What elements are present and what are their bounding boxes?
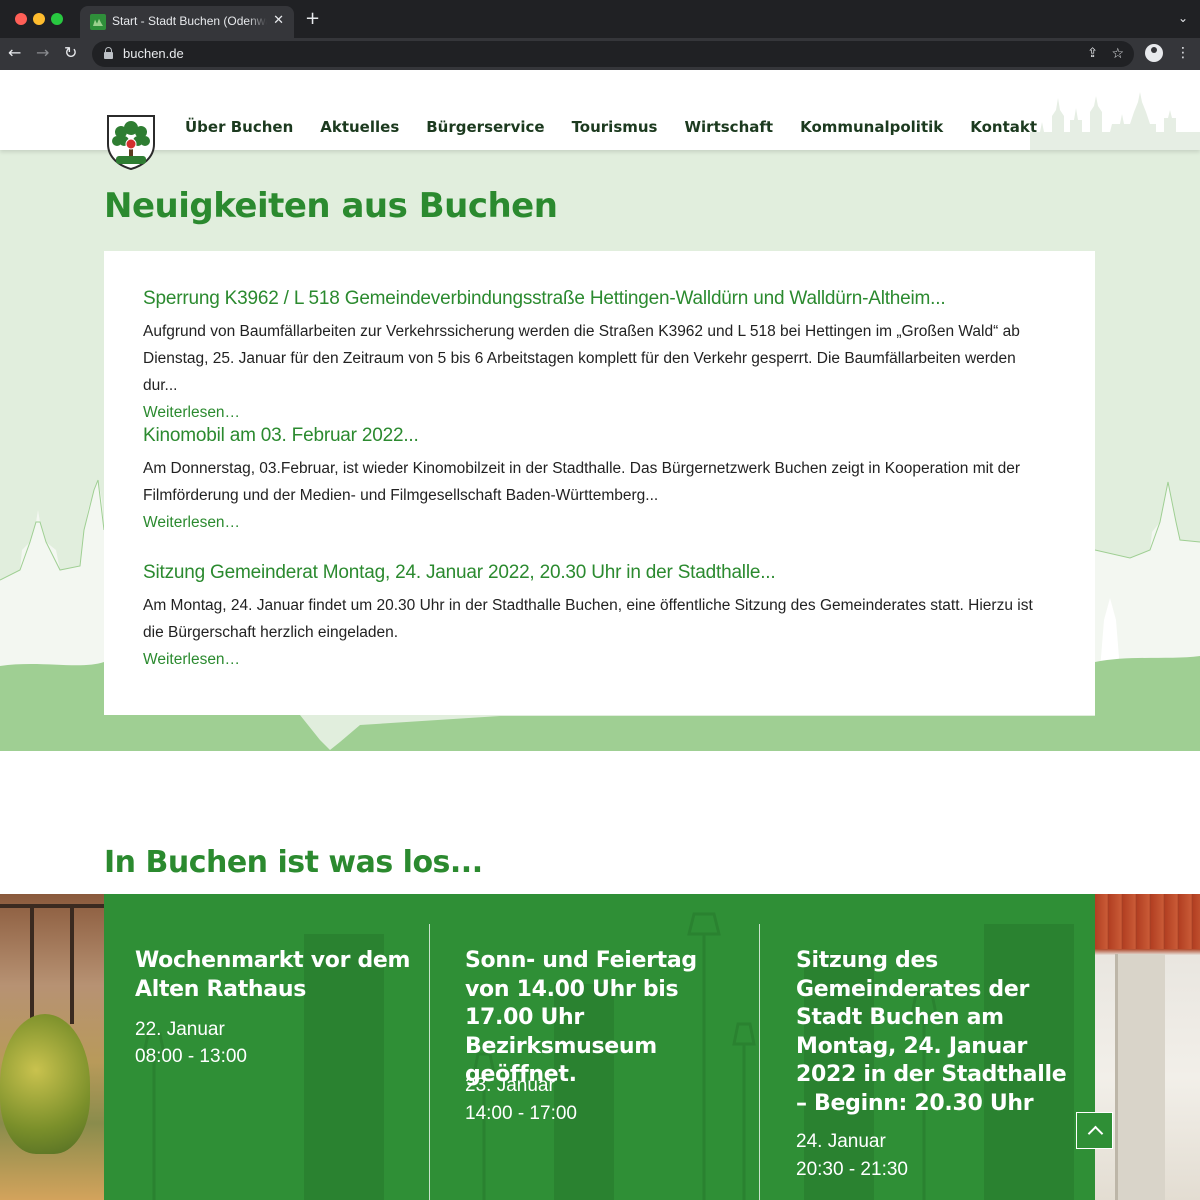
events-section: Wochenmarkt vor dem Alten Rathaus 22. Ja… xyxy=(0,894,1200,1200)
nav-item-tourismus[interactable]: Tourismus xyxy=(572,118,658,136)
nav-item-aktuelles[interactable]: Aktuelles xyxy=(320,118,399,136)
event-title[interactable]: Sonn- und Feiertag von 14.00 Uhr bis 17.… xyxy=(465,947,745,1090)
web-page: Über Buchen Aktuelles Bürgerservice Tour… xyxy=(0,70,1200,1200)
lock-icon[interactable] xyxy=(104,47,113,59)
browser-tab[interactable]: Start - Stadt Buchen (Odenwald) ✕ xyxy=(80,6,294,38)
street-photo-left xyxy=(0,894,104,1200)
new-tab-icon[interactable]: + xyxy=(305,9,320,29)
reload-icon[interactable]: ↻ xyxy=(64,43,77,63)
nav-item-kontakt[interactable]: Kontakt xyxy=(970,118,1037,136)
news-card: Sperrung K3962 / L 518 Gemeindeverbindun… xyxy=(104,251,1095,715)
nav-item-kommunalpolitik[interactable]: Kommunalpolitik xyxy=(800,118,943,136)
event-card[interactable]: Sonn- und Feiertag von 14.00 Uhr bis 17.… xyxy=(434,894,759,1200)
timber-beam xyxy=(70,904,74,1024)
site-header xyxy=(0,70,1200,150)
news-item: Sperrung K3962 / L 518 Gemeindeverbindun… xyxy=(143,288,1043,422)
read-more-link[interactable]: Weiterlesen… xyxy=(143,514,1043,532)
news-item: Sitzung Gemeinderat Montag, 24. Januar 2… xyxy=(143,562,1043,669)
chevron-up-icon[interactable] xyxy=(1076,1112,1113,1149)
timber-beam xyxy=(0,904,104,908)
tree-image xyxy=(0,1014,90,1154)
tab-close-icon[interactable]: ✕ xyxy=(273,13,284,29)
nav-item-buergerservice[interactable]: Bürgerservice xyxy=(426,118,544,136)
browser-menu-icon[interactable]: ⋮ xyxy=(1176,44,1190,62)
news-excerpt: Am Montag, 24. Januar findet um 20.30 Uh… xyxy=(143,597,1033,641)
profile-icon[interactable] xyxy=(1145,44,1163,62)
browser-tab-strip: Start - Stadt Buchen (Odenwald) ✕ + ⌄ xyxy=(0,0,1200,38)
events-heading: In Buchen ist was los... xyxy=(104,845,483,880)
tab-title: Start - Stadt Buchen (Odenwald) xyxy=(112,14,267,28)
street-photo-right xyxy=(1095,894,1200,1200)
event-date: 23. Januar xyxy=(465,1075,555,1096)
main-navigation: Über Buchen Aktuelles Bürgerservice Tour… xyxy=(185,118,1064,136)
share-icon[interactable]: ⇪ xyxy=(1087,46,1098,62)
url-text[interactable]: buchen.de xyxy=(123,46,184,61)
building-pillar-image xyxy=(1115,954,1165,1200)
news-title-link[interactable]: Kinomobil am 03. Februar 2022... xyxy=(143,425,1043,447)
nav-item-wirtschaft[interactable]: Wirtschaft xyxy=(685,118,774,136)
favicon-icon xyxy=(90,14,106,30)
news-excerpt: Am Donnerstag, 03.Februar, ist wieder Ki… xyxy=(143,460,1021,504)
event-time: 20:30 - 21:30 xyxy=(796,1159,908,1180)
browser-toolbar: ← → ↻ buchen.de ⇪ ☆ ⋮ xyxy=(0,38,1200,70)
event-divider xyxy=(759,924,760,1200)
event-card[interactable]: Sitzung des Gemeinderates der Stadt Buch… xyxy=(765,894,1095,1200)
roof-tiles-image xyxy=(1095,894,1200,949)
news-excerpt: Aufgrund von Baumfällarbeiten zur Verkeh… xyxy=(143,323,1020,394)
window-close-icon[interactable] xyxy=(15,13,27,25)
event-time: 14:00 - 17:00 xyxy=(465,1103,577,1124)
tab-search-icon[interactable]: ⌄ xyxy=(1178,11,1188,25)
read-more-link[interactable]: Weiterlesen… xyxy=(143,651,1043,669)
event-date: 24. Januar xyxy=(796,1131,886,1152)
back-arrow-icon[interactable]: ← xyxy=(8,43,21,63)
bookmark-star-icon[interactable]: ☆ xyxy=(1111,46,1124,62)
nav-item-ueber-buchen[interactable]: Über Buchen xyxy=(185,118,293,136)
window-minimize-icon[interactable] xyxy=(33,13,45,25)
event-date: 22. Januar xyxy=(135,1019,225,1040)
news-title-link[interactable]: Sitzung Gemeinderat Montag, 24. Januar 2… xyxy=(143,562,1043,584)
news-heading: Neuigkeiten aus Buchen xyxy=(104,186,558,226)
window-maximize-icon[interactable] xyxy=(51,13,63,25)
event-title[interactable]: Sitzung des Gemeinderates der Stadt Buch… xyxy=(796,947,1076,1118)
events-panel: Wochenmarkt vor dem Alten Rathaus 22. Ja… xyxy=(104,894,1095,1200)
address-bar[interactable]: buchen.de ⇪ ☆ xyxy=(92,41,1134,67)
coat-of-arms-icon[interactable] xyxy=(106,114,156,170)
read-more-link[interactable]: Weiterlesen… xyxy=(143,404,1043,422)
news-item: Kinomobil am 03. Februar 2022... Am Donn… xyxy=(143,425,1043,532)
timber-beam xyxy=(30,904,34,1024)
event-card[interactable]: Wochenmarkt vor dem Alten Rathaus 22. Ja… xyxy=(104,894,429,1200)
event-title[interactable]: Wochenmarkt vor dem Alten Rathaus xyxy=(135,947,415,1004)
event-divider xyxy=(429,924,430,1200)
event-time: 08:00 - 13:00 xyxy=(135,1046,247,1067)
forward-arrow-icon[interactable]: → xyxy=(36,43,49,63)
news-title-link[interactable]: Sperrung K3962 / L 518 Gemeindeverbindun… xyxy=(143,288,1043,310)
